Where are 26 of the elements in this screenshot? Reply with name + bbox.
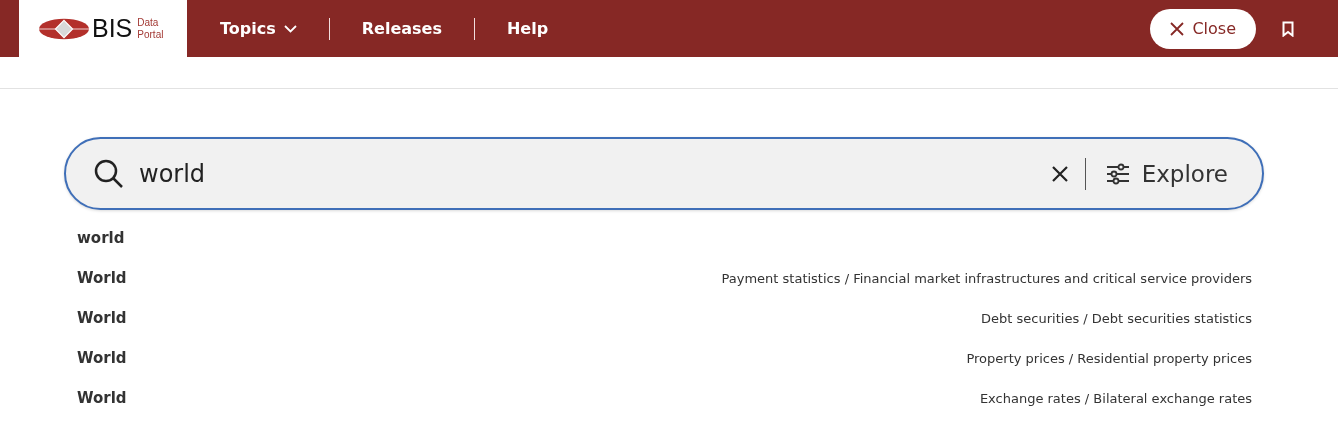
suggestion-category: Debt securities / Debt securities statistics [981,310,1252,326]
logo-text: BIS [92,14,133,43]
search-icon [93,157,125,190]
suggestion-category: Payment statistics / Financial market infrastructures and critical service providers [721,270,1252,286]
logo-icon [39,17,89,40]
suggestion-term[interactable]: World [77,269,127,287]
suggestion-term[interactable]: World [77,309,127,327]
nav-link[interactable]: Releases [361,19,442,38]
nav-link[interactable]: Topics [220,19,297,38]
suggestion-term[interactable]: world [77,229,125,247]
close-icon [1050,164,1069,183]
close-icon [1170,21,1185,36]
nav-link[interactable]: Help [506,19,549,38]
clear-button[interactable] [1050,164,1069,183]
explore-button[interactable]: Explore [1105,160,1228,187]
close-button[interactable]: Close [1150,8,1256,49]
search-field[interactable]: world Explore [64,137,1264,210]
chevron-down-icon [283,24,297,33]
suggestion-term[interactable]: World [77,349,127,367]
logo-subtitle: Data [137,16,160,29]
logo-subtitle: Portal [137,28,164,41]
bookmark-icon[interactable] [1282,20,1294,37]
suggestion-category: Property prices / Residential property prices [966,350,1252,366]
suggestion-term[interactable]: World [77,389,127,407]
suggestion-category: Exchange rates / Bilateral exchange rates [979,390,1252,406]
sliders-icon [1105,162,1130,185]
